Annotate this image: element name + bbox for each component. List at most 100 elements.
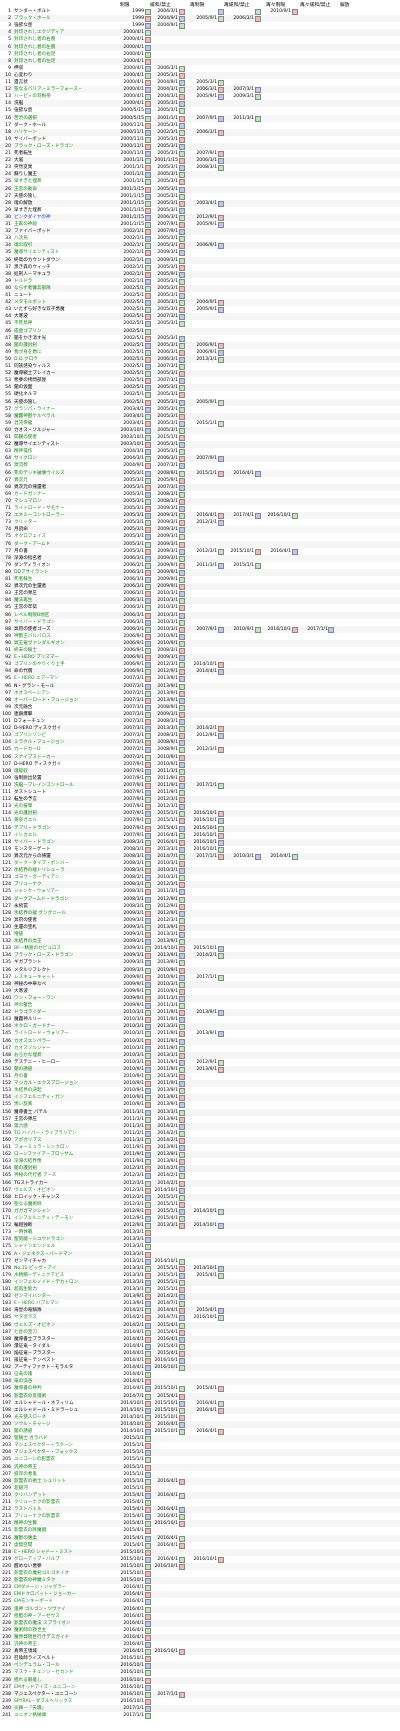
table-row: 104 ミラクル・フュージョン 2007/3/1 2008/9/1 <box>0 739 400 747</box>
regulation-date: 2007/9/1 <box>123 775 144 781</box>
card-name: 死のデッキ破壊ウイルス <box>14 470 65 476</box>
regulation-date: 2013/3/1 <box>157 1109 178 1115</box>
status-icon <box>179 697 185 704</box>
regulation-date: 2013/9/1 <box>157 953 178 959</box>
table-row: 212 ラストバトル 2015/4/1 2016/4/1 <box>0 1506 400 1514</box>
regulation-date: 2005/3/1 <box>157 293 178 298</box>
regulation-date: 2014/10/1 <box>193 1208 217 1214</box>
card-name: 魂吸収 <box>14 768 28 774</box>
row-number: 161 <box>2 1145 11 1150</box>
table-row: 27 天使の施し 2001/1/15 2005/3/1 <box>0 193 400 200</box>
card-name: 遺言状 <box>14 80 28 85</box>
status-icon <box>179 967 185 974</box>
table-row: 103 ゴブリンゾンビ 2007/3/1 2008/3/1 2012/9/1 <box>0 732 400 740</box>
regulation-date: 2017/1/1 <box>196 974 217 980</box>
status-icon <box>179 321 185 328</box>
row-number: 149 <box>2 1059 11 1065</box>
row-number: 34 <box>5 243 11 249</box>
status-icon <box>179 910 185 917</box>
table-row: 220 醒めない悪夢 2015/10/1 2016/10/1 <box>0 1562 400 1570</box>
card-name: 終末の騎士 <box>14 648 37 653</box>
row-number: 27 <box>5 193 11 199</box>
regulation-date: 2006/3/1 <box>123 626 144 632</box>
regulation-date: 2001/1/15 <box>120 200 144 206</box>
regulation-date: 2005/3/1 <box>157 72 178 78</box>
row-number: 29 <box>5 207 11 213</box>
row-number: 80 <box>5 569 11 575</box>
regulation-date: 2008/3/1 <box>123 861 144 866</box>
regulation-date: 2005/3/1 <box>157 321 178 327</box>
card-name: デブリ・ドラゴン <box>14 825 51 831</box>
regulation-date: 2015/10/1 <box>230 548 254 554</box>
table-row: 4 封印されしエクゾディア 2000/4/1 <box>0 29 400 37</box>
row-number: 51 <box>5 364 11 369</box>
regulation-date: 2014/10/1 <box>120 1421 144 1427</box>
row-number: 23 <box>5 165 11 171</box>
row-number: 100 <box>2 711 11 717</box>
status-icon <box>218 1407 224 1414</box>
regulation-date: 2008/9/1 <box>157 704 178 710</box>
regulation-date: 2013/9/1 <box>157 1145 178 1150</box>
status-icon <box>179 1691 185 1698</box>
card-name: 死者転生 <box>14 151 33 156</box>
table-row: 239 SPYRAL－ダブルヘリックス 2016/10/1 <box>0 1698 400 1705</box>
table-row: 17 ダーク・ホール 2000/11/1 2005/3/1 <box>0 122 400 129</box>
row-number: 138 <box>2 981 11 987</box>
table-row: 67 異次元 2005/3/1 2005/9/1 <box>0 477 400 484</box>
card-name: ミラクル・フュージョン <box>14 740 65 746</box>
regulation-date: 2007/9/1 <box>123 782 144 788</box>
card-name: 大寒波 <box>14 988 28 994</box>
table-row: 113 光の援軍 2007/9/1 2012/3/1 <box>0 803 400 811</box>
card-name: 激流葬 <box>14 463 28 469</box>
regulation-date: 2014/10/1 <box>154 946 178 952</box>
regulation-date: 2013/9/1 <box>157 960 178 966</box>
regulation-date: 2001/1/1 <box>157 115 178 121</box>
table-row: 112 転生の予言 2007/9/1 2012/3/1 <box>0 796 400 804</box>
regulation-date: 2015/1/1 <box>123 1464 144 1470</box>
regulation-date: 2012/3/1 <box>196 747 217 753</box>
card-name: マジェスペクター・ユニコーン <box>14 1691 78 1697</box>
regulation-date: 2009/3/1 <box>157 527 178 533</box>
status-icon <box>145 1549 151 1556</box>
regulation-date: 2010/3/1 <box>123 1045 144 1051</box>
table-row: 92 E・HERO プリズマー 2006/9/1 2009/3/1 <box>0 654 400 662</box>
regulation-date: 2016/10/1 <box>120 1684 144 1690</box>
regulation-date: 2005/3/1 <box>157 392 178 398</box>
regulation-date: 2013/3/1 <box>123 1272 144 1278</box>
table-row: 159 TG ハイパー・ライブラリアン 2011/3/1 2014/2/1 <box>0 1130 400 1137</box>
regulation-date: 2009/3/1 <box>123 917 144 923</box>
card-name: カオス・ソルジャー <box>14 427 56 433</box>
status-icon <box>179 655 185 662</box>
regulation-date: 2000/4/1 <box>123 72 144 78</box>
regulation-date: 2010/3/1 <box>123 1024 144 1030</box>
status-icon <box>145 1571 151 1577</box>
regulation-date: 2000/4/1 <box>123 44 144 50</box>
status-icon <box>179 1045 185 1052</box>
row-number: 95 <box>5 676 11 682</box>
regulation-date: 2016/10/1 <box>120 1698 144 1704</box>
row-number: 219 <box>2 1556 11 1562</box>
table-row: 206 汎神の帝王 2015/1/1 <box>0 1463 400 1471</box>
row-number: 81 <box>5 577 11 582</box>
status-icon <box>179 612 185 619</box>
table-row: 213 ブリューナクの影霊衣 2015/4/1 2016/4/1 <box>0 1513 400 1521</box>
status-icon <box>255 470 261 477</box>
regulation-date: 2013/3/1 <box>123 1279 144 1285</box>
regulation-date: 2012/3/1 <box>157 662 178 668</box>
regulation-date: 2015/1/1 <box>157 818 178 824</box>
regulation-date: 2013/3/1 <box>157 1074 178 1079</box>
regulation-date: 2002/1/1 <box>123 271 144 277</box>
table-row: 209 超銀河 2015/1/1 <box>0 1485 400 1492</box>
card-name: 突然変異 <box>14 165 33 171</box>
row-number: 217 <box>2 1542 11 1548</box>
regulation-date: 2011/3/1 <box>196 562 217 568</box>
table-row: 115 黄泉ガエル 2007/9/1 2015/1/1 2016/10/1 <box>0 817 400 825</box>
table-row: 94 命の代償 2006/9/1 2012/9/1 2014/4/1 <box>0 668 400 676</box>
row-number: 63 <box>5 449 11 455</box>
row-number: 115 <box>2 818 11 824</box>
status-icon <box>145 1485 151 1492</box>
table-row: 16 苦渋の選択 2000/5/15 2001/1/1 2007/9/1 2011/3/1 <box>0 114 400 122</box>
row-number: 175 <box>2 1244 11 1250</box>
regulation-date: 2001/1/15 <box>120 222 144 227</box>
table-row: 229 魔術師の救世主 2016/4/1 <box>0 1627 400 1634</box>
